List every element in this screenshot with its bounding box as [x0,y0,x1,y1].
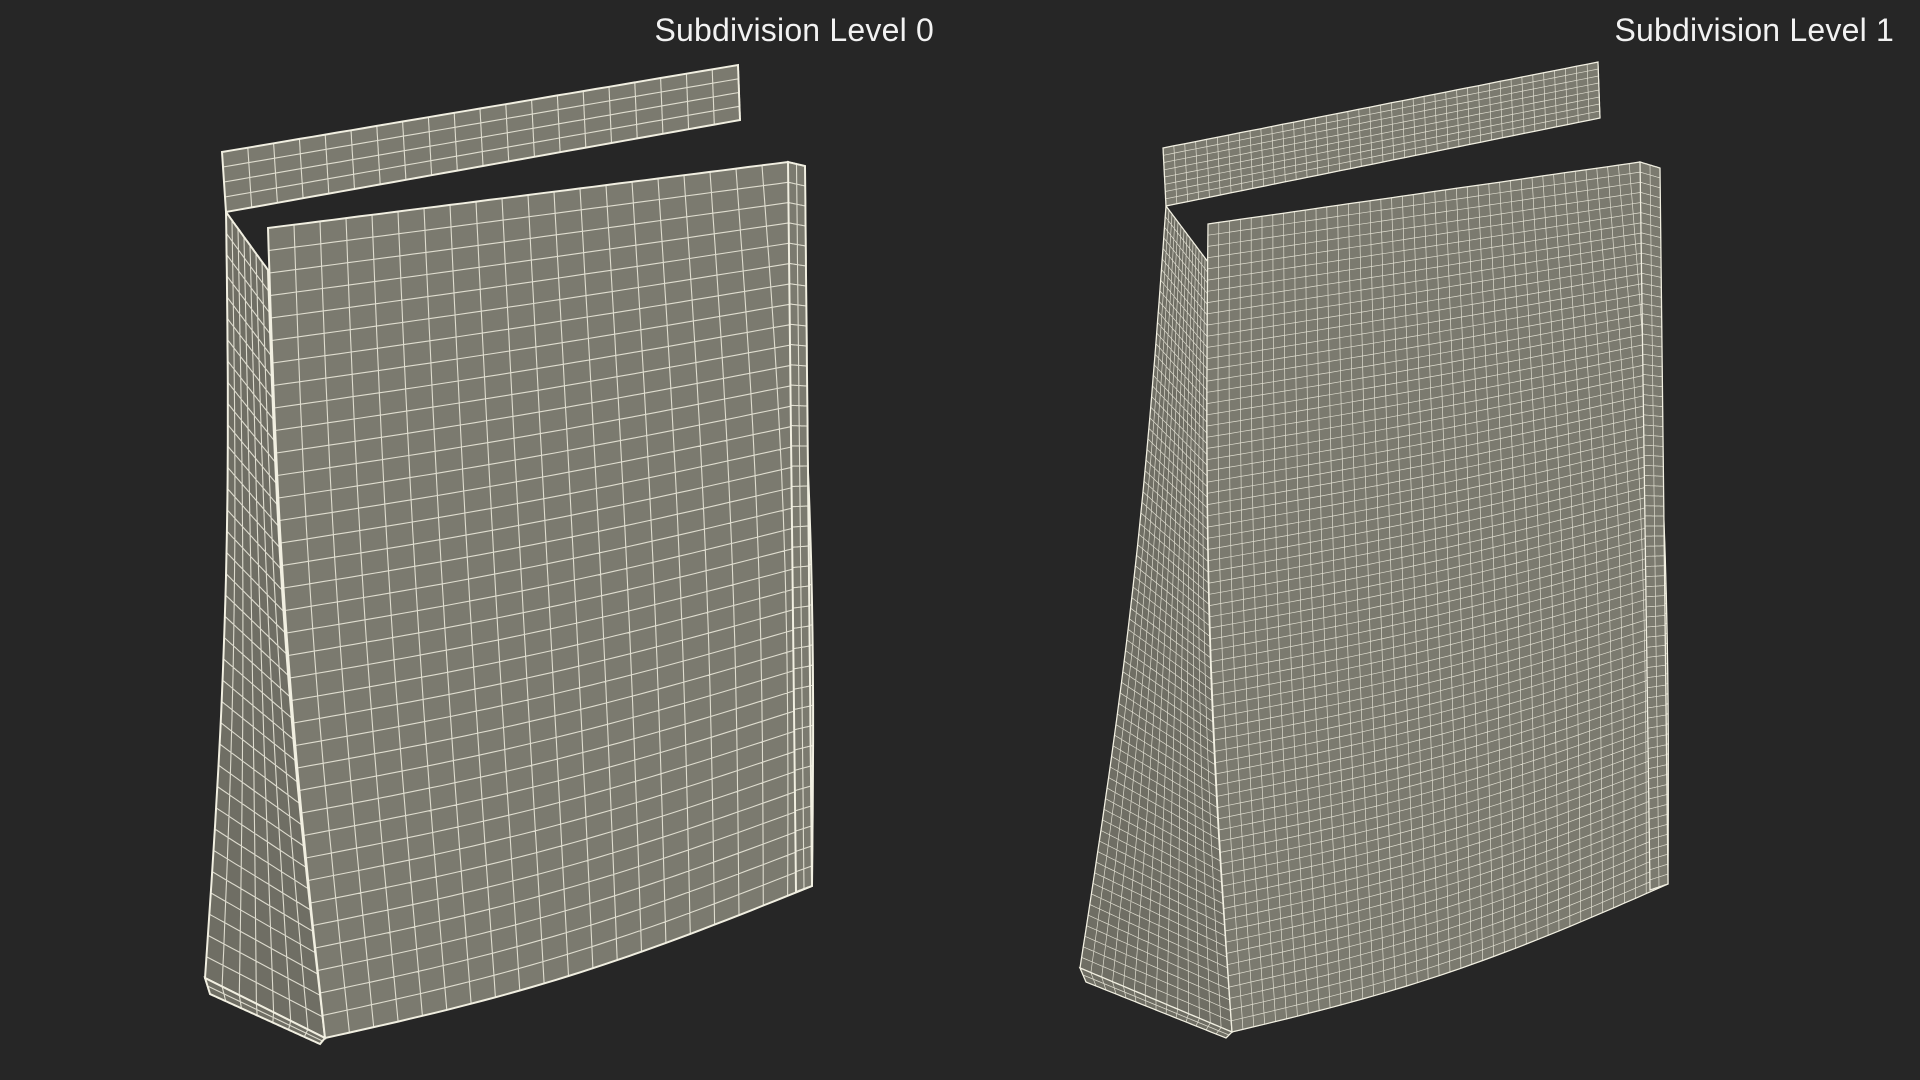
wireframe-render [203,61,1669,1046]
front-face-mesh [1206,161,1669,1033]
viewport: Subdivision Level 0 Subdivision Level 1 [0,0,1920,1080]
front-face-mesh [266,160,815,1040]
pouch-wireframe-subdivision-0 [203,63,815,1046]
pouch-wireframe-subdivision-1 [1078,61,1669,1039]
